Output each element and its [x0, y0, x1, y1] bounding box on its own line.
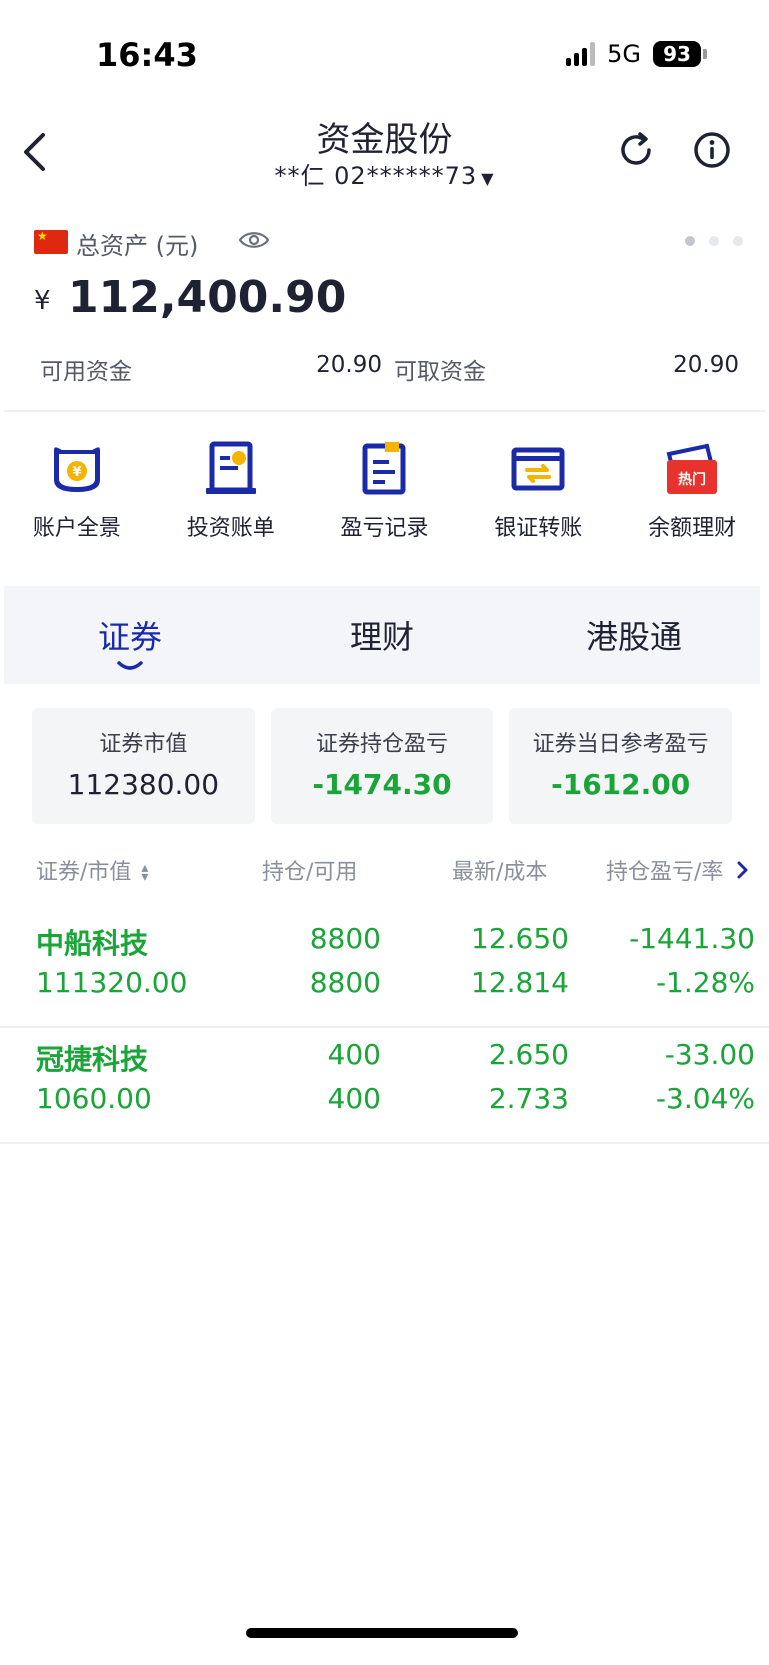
quick-actions: ¥ 账户全景 投资账单 盈亏记录 银证转账 热门 余额理财 — [0, 440, 769, 560]
total-assets-value: 112,400.90 — [68, 272, 347, 323]
nav-header: 资金股份 **仁 02******73 ▼ — [0, 110, 769, 206]
hot-badge: 热门 — [678, 471, 706, 488]
info-button[interactable] — [692, 130, 732, 170]
sort-by-security-button[interactable]: 证券/市值 ▴ ▾ — [36, 854, 148, 886]
holding-qty: 8800 — [309, 922, 381, 955]
refresh-icon — [621, 132, 651, 165]
card-label: 证券持仓盈亏 — [316, 732, 449, 757]
scroll-columns-button[interactable] — [726, 854, 760, 886]
card-position-pnl: 证券持仓盈亏 -1474.30 — [270, 708, 494, 824]
stock-name: 中船科技 — [36, 927, 149, 960]
card-value: -1474.30 — [312, 768, 452, 801]
info-icon — [694, 132, 730, 168]
action-balance-wealth[interactable]: 热门 余额理财 — [615, 440, 769, 560]
action-label: 账户全景 — [32, 516, 121, 541]
available-qty: 400 — [327, 1082, 381, 1115]
page-dot — [733, 236, 743, 246]
refresh-button[interactable] — [616, 130, 656, 170]
tab-hk-connect[interactable]: 港股通 — [508, 586, 760, 684]
network-type: 5G — [607, 40, 641, 68]
profit-loss-record-icon — [355, 440, 413, 498]
status-bar: 16:43 5G 93 — [0, 0, 769, 110]
tab-label: 港股通 — [585, 618, 682, 656]
eye-icon — [238, 232, 270, 248]
asset-tabs: 证券 理财 港股通 — [4, 586, 760, 684]
bank-transfer-icon — [509, 440, 567, 498]
status-time: 16:43 — [96, 36, 198, 74]
action-account-overview[interactable]: ¥ 账户全景 — [0, 440, 154, 560]
total-assets-label: 总资产 (元) — [76, 232, 199, 260]
position-pnl: -33.00 — [664, 1038, 755, 1071]
available-funds-value: 20.90 — [316, 352, 382, 378]
action-investment-bill[interactable]: 投资账单 — [154, 440, 308, 560]
china-flag-icon: ★ — [34, 229, 68, 254]
available-qty: 8800 — [309, 966, 381, 999]
currency-symbol: ¥ — [34, 286, 51, 316]
page-indicator — [685, 236, 743, 246]
account-number: **仁 02******73 — [274, 162, 478, 190]
page-dot — [709, 236, 719, 246]
battery-level: 93 — [653, 41, 701, 67]
action-label: 余额理财 — [648, 516, 737, 541]
home-indicator[interactable] — [246, 1628, 518, 1638]
battery-icon: 93 — [653, 41, 707, 67]
market-value: 111320.00 — [36, 966, 188, 999]
tab-label: 证券 — [97, 618, 162, 656]
action-bank-transfer[interactable]: 银证转账 — [461, 440, 615, 560]
position-pnl-rate: -3.04% — [655, 1082, 755, 1115]
card-value: -1612.00 — [551, 768, 691, 801]
summary-cards: 证券市值 112380.00 证券持仓盈亏 -1474.30 证券当日参考盈亏 … — [32, 708, 733, 824]
withdrawable-funds-value: 20.90 — [673, 352, 739, 378]
action-label: 投资账单 — [186, 516, 275, 541]
holdings-list: 中船科技 111320.00 8800 8800 12.650 12.814 -… — [0, 912, 769, 1144]
latest-price: 12.650 — [471, 922, 569, 955]
card-value: 112380.00 — [67, 768, 220, 801]
divider — [4, 410, 765, 412]
tab-label: 理财 — [349, 618, 414, 656]
asset-summary: ★ 总资产 (元) ¥ 112,400.90 可用资金 20.90 可取资金 2… — [0, 216, 769, 412]
cost-price: 12.814 — [471, 966, 569, 999]
chevron-right-icon — [737, 861, 748, 879]
action-label: 盈亏记录 — [340, 516, 429, 541]
holdings-table-header: 证券/市值 ▴ ▾ 持仓/可用 最新/成本 持仓盈亏/率 — [0, 854, 769, 894]
market-value: 1060.00 — [36, 1082, 152, 1115]
card-label: 证券市值 — [99, 732, 188, 757]
position-pnl-rate: -1.28% — [655, 966, 755, 999]
column-header: 证券/市值 — [36, 860, 132, 885]
column-header: 持仓/可用 — [262, 860, 358, 885]
account-overview-icon: ¥ — [48, 440, 106, 498]
holding-qty: 400 — [327, 1038, 381, 1071]
svg-text:¥: ¥ — [72, 465, 81, 480]
active-tab-indicator — [117, 661, 143, 670]
withdrawable-funds-label: 可取资金 — [394, 359, 486, 385]
card-label: 证券当日参考盈亏 — [532, 732, 709, 757]
latest-price: 2.650 — [488, 1038, 569, 1071]
balance-wealth-icon: 热门 — [663, 440, 721, 498]
position-pnl: -1441.30 — [629, 922, 755, 955]
column-header: 最新/成本 — [452, 860, 548, 885]
card-market-value: 证券市值 112380.00 — [32, 708, 255, 824]
card-daily-pnl: 证券当日参考盈亏 -1612.00 — [509, 708, 733, 824]
investment-bill-icon — [202, 440, 260, 498]
tab-wealth[interactable]: 理财 — [256, 586, 508, 684]
cellular-signal-icon — [566, 42, 596, 66]
page-dot — [685, 236, 695, 246]
toggle-visibility-button[interactable] — [238, 228, 270, 252]
stock-name: 冠捷科技 — [36, 1043, 149, 1076]
sort-icon: ▴ ▾ — [141, 860, 149, 885]
available-funds-label: 可用资金 — [40, 359, 132, 385]
status-icons: 5G 93 — [566, 40, 707, 68]
table-row[interactable]: 中船科技 111320.00 8800 8800 12.650 12.814 -… — [0, 912, 769, 1028]
action-profit-loss-record[interactable]: 盈亏记录 — [308, 440, 462, 560]
table-row[interactable]: 冠捷科技 1060.00 400 400 2.650 2.733 -33.00 … — [0, 1028, 769, 1144]
tab-securities[interactable]: 证券 — [4, 586, 256, 684]
action-label: 银证转账 — [494, 516, 583, 541]
caret-down-icon: ▼ — [481, 169, 495, 188]
cost-price: 2.733 — [488, 1082, 569, 1115]
